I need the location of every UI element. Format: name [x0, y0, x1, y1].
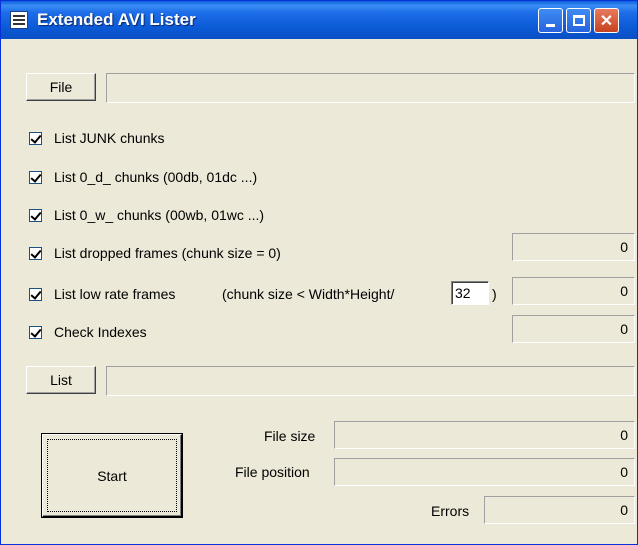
file-size-label: File size [264, 428, 316, 444]
option-list-low-rate[interactable]: List low rate frames [29, 283, 175, 305]
errors-value: 0 [484, 496, 635, 524]
option-label: List 0_d_ chunks (00db, 01dc ...) [54, 169, 258, 185]
file-size-value: 0 [334, 421, 635, 449]
maximize-icon [572, 15, 585, 26]
option-label: Check Indexes [54, 324, 147, 340]
low-rate-divisor-input[interactable]: 32 [451, 281, 489, 305]
window-title: Extended AVI Lister [37, 10, 196, 29]
option-label: List JUNK chunks [54, 130, 165, 146]
low-rate-formula-prefix: (chunk size < Width*Height/ [222, 286, 395, 302]
index-errors-count: 0 [512, 315, 635, 343]
checkbox-list-0w[interactable] [29, 208, 42, 222]
checkbox-list-dropped[interactable] [29, 246, 42, 260]
file-position-value: 0 [334, 458, 635, 486]
option-label: List dropped frames (chunk size = 0) [54, 245, 281, 261]
main-window: Extended AVI Lister ✕ File List JUNK chu… [0, 0, 638, 545]
list-button[interactable]: List [26, 366, 96, 394]
maximize-button[interactable] [566, 8, 591, 33]
option-list-dropped[interactable]: List dropped frames (chunk size = 0) [29, 242, 281, 264]
errors-label: Errors [431, 503, 470, 519]
option-list-0d[interactable]: List 0_d_ chunks (00db, 01dc ...) [29, 166, 257, 188]
close-icon: ✕ [599, 12, 614, 30]
list-output-field[interactable] [106, 366, 635, 396]
app-icon[interactable] [10, 11, 28, 29]
option-check-indexes[interactable]: Check Indexes [29, 321, 147, 343]
option-label: List low rate frames [54, 286, 176, 302]
close-button[interactable]: ✕ [594, 8, 619, 33]
option-list-0w[interactable]: List 0_w_ chunks (00wb, 01wc ...) [29, 204, 264, 226]
checkbox-check-indexes[interactable] [29, 325, 42, 339]
start-button[interactable]: Start [42, 434, 182, 517]
minimize-icon [546, 23, 555, 27]
file-button[interactable]: File [26, 73, 96, 101]
low-rate-frames-count: 0 [512, 277, 635, 305]
dropped-frames-count: 0 [512, 233, 635, 261]
option-list-junk[interactable]: List JUNK chunks [29, 127, 164, 149]
option-label: List 0_w_ chunks (00wb, 01wc ...) [54, 207, 265, 223]
checkbox-list-0d[interactable] [29, 170, 42, 184]
minimize-button[interactable] [538, 8, 563, 33]
checkbox-list-junk[interactable] [29, 131, 42, 145]
title-bar[interactable]: Extended AVI Lister ✕ [1, 1, 637, 39]
file-path-field[interactable] [106, 73, 635, 103]
file-position-label: File position [235, 464, 310, 480]
focus-rectangle [47, 439, 177, 512]
low-rate-formula-suffix: ) [492, 286, 497, 302]
checkbox-list-low-rate[interactable] [29, 287, 42, 301]
